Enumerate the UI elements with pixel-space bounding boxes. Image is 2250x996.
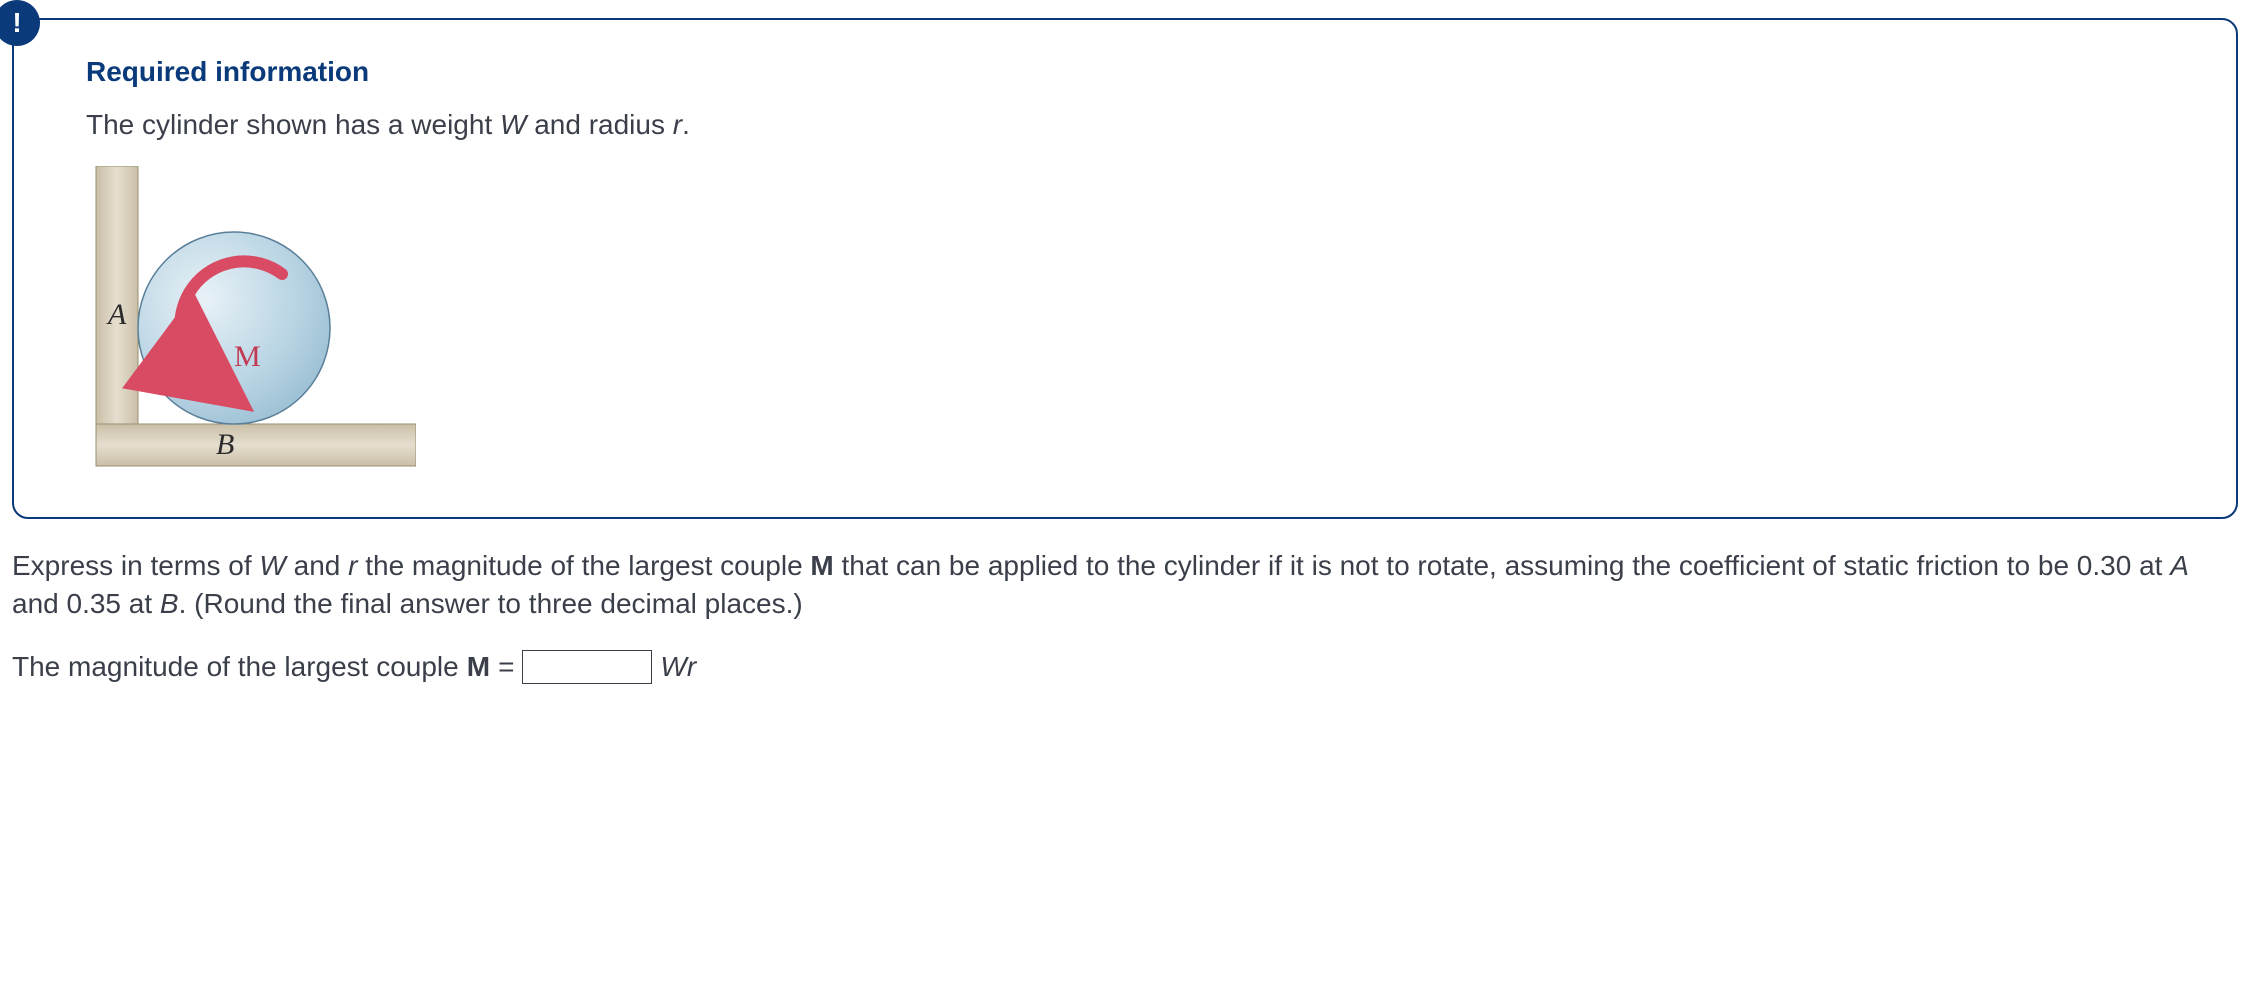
diagram-svg: A M B xyxy=(86,166,416,476)
answer-unit: Wr xyxy=(660,651,696,683)
q-var-W: W xyxy=(259,550,285,581)
q-part-2: and xyxy=(286,550,348,581)
q-part-3: the magnitude of the largest couple xyxy=(357,550,810,581)
intro-part-3: . xyxy=(682,109,690,140)
answer-var-M: M xyxy=(467,651,490,683)
diagram-label-A: A xyxy=(106,298,127,331)
intro-part-2: and radius xyxy=(526,109,672,140)
intro-var-W: W xyxy=(500,109,526,140)
answer-label-1: The magnitude of the largest couple xyxy=(12,651,459,683)
question-text: Express in terms of W and r the magnitud… xyxy=(12,547,2238,623)
answer-equals: = xyxy=(498,651,514,683)
q-part-6: . (Round the final answer to three decim… xyxy=(179,588,803,619)
diagram-label-M: M xyxy=(234,340,261,373)
q-part-5: and 0.35 at xyxy=(12,588,160,619)
q-var-A: A xyxy=(2170,550,2189,581)
intro-var-r: r xyxy=(673,109,682,140)
q-part-1: Express in terms of xyxy=(12,550,259,581)
intro-text: The cylinder shown has a weight W and ra… xyxy=(86,106,2164,144)
cylinder-diagram: A M B xyxy=(86,166,2164,481)
q-var-M: M xyxy=(810,550,833,581)
answer-row: The magnitude of the largest couple M = … xyxy=(12,650,2238,684)
alert-icon: ! xyxy=(0,0,40,46)
q-var-B: B xyxy=(160,588,179,619)
q-part-4: that can be applied to the cylinder if i… xyxy=(834,550,2170,581)
diagram-label-B: B xyxy=(216,428,234,461)
required-info-panel: ! Required information The cylinder show… xyxy=(12,18,2238,519)
answer-input[interactable] xyxy=(522,650,652,684)
intro-part-1: The cylinder shown has a weight xyxy=(86,109,500,140)
required-heading: Required information xyxy=(86,56,2164,88)
